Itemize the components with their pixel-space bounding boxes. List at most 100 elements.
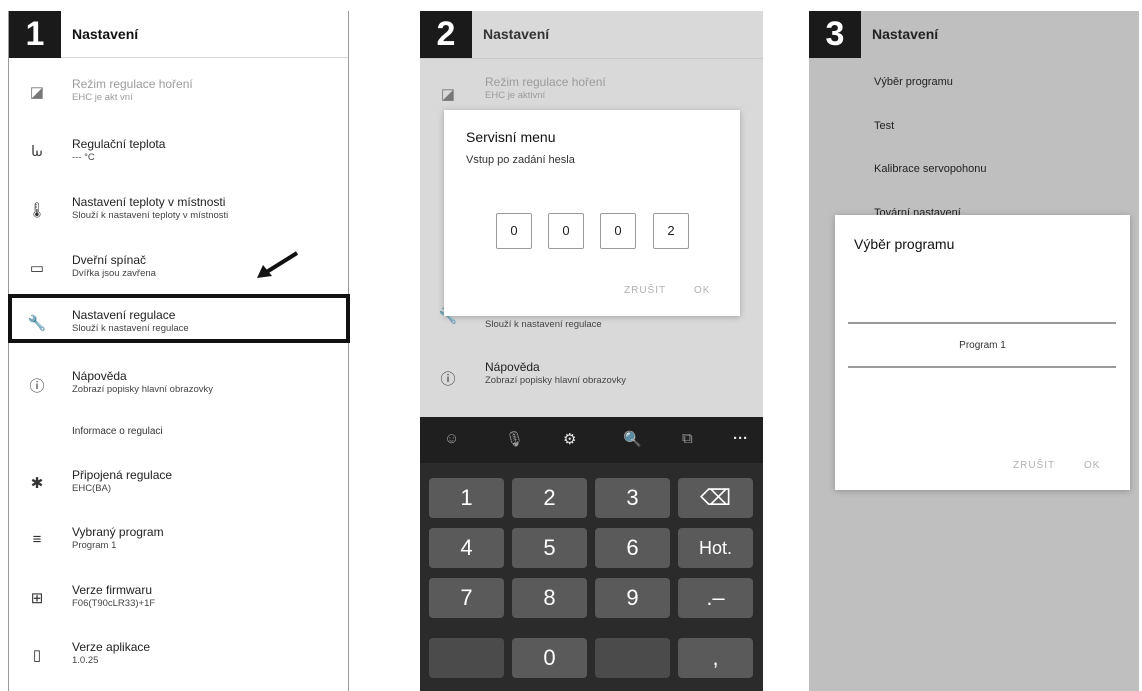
pin-digit-1[interactable]: 0 [496,213,532,249]
pin-digit-3[interactable]: 0 [600,213,636,249]
picker-divider-top [848,322,1116,324]
door-icon: ▭ [29,260,45,277]
ok-button[interactable]: OK [1084,460,1100,471]
key-9[interactable]: 9 [595,578,670,618]
step-badge: 2 [420,11,472,58]
settings-item-help[interactable]: ⓘ Nápověda Zobrazí popisky hlavní obrazo… [9,361,348,417]
settings-item-room-temp[interactable]: 🌡 Nastavení teploty v místnosti Slouží k… [9,187,348,243]
search-icon[interactable]: 🔍 [623,430,642,448]
dialog-title: Výběr programu [854,236,955,252]
key-0[interactable]: 0 [512,638,587,678]
divider [420,58,763,59]
item-title: Nastavení teploty v místnosti [72,195,226,209]
info-icon: ⓘ [29,378,45,395]
app-bar: 1 Nastavení [9,11,348,58]
microphone-icon[interactable]: 🎙 [505,430,524,448]
page-title: Nastavení [72,26,139,42]
menu-item-test[interactable]: Test [874,120,894,132]
info-item-connected[interactable]: ✱ Připojená regulace EHC(BA) [9,460,348,516]
item-subtitle: --- °C [72,152,95,163]
numeric-keyboard: ☺ 🎙 ⚙ 🔍 ⧉ ··· 1 2 3 ⌫ 4 5 6 Hot. 7 8 9 .… [420,417,763,691]
item-title: Regulační teplota [72,137,166,151]
item-title: Verze aplikace [72,640,151,654]
program-select-dialog: Výběr programu Program 1 ZRUŠIT OK [835,215,1130,490]
step-badge: 1 [9,11,61,58]
item-title: Nápověda [485,360,540,374]
key-1[interactable]: 1 [429,478,504,518]
app-bar: 3 Nastavení [809,11,1139,58]
key-6[interactable]: 6 [595,528,670,568]
item-title: Verze firmwaru [72,583,153,597]
pin-digit-2[interactable]: 0 [548,213,584,249]
info-icon: ⓘ [440,371,456,388]
item-subtitle: 1.0.25 [72,655,99,666]
key-5[interactable]: 5 [512,528,587,568]
item-title: Vybraný program [72,525,164,539]
translate-icon[interactable]: ⧉ [682,430,693,447]
emoji-icon[interactable]: ☺ [444,430,459,447]
settings-item-burn-mode[interactable]: ◪ Režim regulace hoření EHC je akt vní [9,69,348,125]
info-item-app-version[interactable]: ▯ Verze aplikace 1.0.25 [9,632,348,688]
key-4[interactable]: 4 [429,528,504,568]
bluetooth-icon: ✱ [30,475,44,492]
cancel-button[interactable]: ZRUŠIT [1013,460,1055,471]
key-comma[interactable]: , [678,638,753,678]
settings-icon[interactable]: ⚙ [563,430,576,448]
section-header: Informace o regulaci [72,426,163,437]
item-subtitle: Slouží k nastavení regulace [485,319,602,330]
pointer-arrow-icon [257,251,299,278]
page-title: Nastavení [483,26,550,42]
item-title: Dveřní spínač [72,253,147,267]
thermometer-icon: 🌡 [27,202,47,219]
key-2[interactable]: 2 [512,478,587,518]
screen-service-login: 2 Nastavení ◪ Režim regulace hoření EHC … [420,11,763,691]
program-picker-value[interactable]: Program 1 [835,340,1130,351]
info-item-program[interactable]: ≡ Vybraný program Program 1 [9,517,348,573]
chip-icon: ⊞ [30,590,44,607]
more-icon[interactable]: ··· [733,430,748,447]
item-subtitle: Program 1 [72,540,117,551]
keyboard-toolbar: ☺ 🎙 ⚙ 🔍 ⧉ ··· [420,417,763,463]
item-subtitle: Zobrazí popisky hlavní obrazovky [485,375,626,386]
item-title: Nápověda [72,369,127,383]
dialog-title: Servisní menu [466,129,556,145]
settings-item-reg-temp[interactable]: ᘈ Regulační teplota --- °C [9,129,348,185]
item-subtitle: Dvířka jsou zavřena [72,268,156,279]
highlight-frame [8,294,350,343]
phone-icon: ▯ [32,647,42,664]
key-8[interactable]: 8 [512,578,587,618]
key-blank-right[interactable] [595,638,670,678]
backspace-key[interactable]: ⌫ [678,478,753,518]
app-bar: 2 Nastavení [420,11,763,58]
screen-settings: 1 Nastavení ◪ Režim regulace hoření EHC … [8,11,349,691]
ok-button[interactable]: OK [694,285,710,296]
page-title: Nastavení [872,26,939,42]
service-menu-dialog: Servisní menu Vstup po zadání hesla 0 0 … [444,110,740,316]
item-subtitle: EHC je akt vní [72,92,133,103]
key-hot[interactable]: Hot. [678,528,753,568]
item-subtitle: EHC je aktivní [485,90,546,101]
list-check-icon: ≡ [32,531,42,548]
item-title: Režim regulace hoření [72,77,193,91]
key-7[interactable]: 7 [429,578,504,618]
picker-divider-bottom [848,366,1116,368]
item-subtitle: Zobrazí popisky hlavní obrazovky [72,384,213,395]
item-subtitle: Slouží k nastavení teploty v místnosti [72,210,229,221]
item-title: Připojená regulace [72,468,173,482]
cancel-button[interactable]: ZRUŠIT [624,285,666,296]
item-title: Režim regulace hoření [485,75,606,89]
pin-digit-4[interactable]: 2 [653,213,689,249]
settings-item-help: ⓘ Nápověda Zobrazí popisky hlavní obrazo… [420,356,763,412]
info-item-firmware[interactable]: ⊞ Verze firmwaru F06(T90cLR33)+1F [9,575,348,631]
menu-item-calibration[interactable]: Kalibrace servopohonu [874,163,987,175]
key-dot-dash[interactable]: .– [678,578,753,618]
brightness-icon: ◪ [29,84,45,101]
brightness-icon: ◪ [440,86,456,103]
flame-icon: ᘈ [31,143,43,160]
key-blank-left[interactable] [429,638,504,678]
item-subtitle: EHC(BA) [72,483,112,494]
key-3[interactable]: 3 [595,478,670,518]
item-subtitle: F06(T90cLR33)+1F [72,598,156,609]
menu-item-program-select[interactable]: Výběr programu [874,76,953,88]
dialog-subtitle: Vstup po zadání hesla [466,154,575,166]
